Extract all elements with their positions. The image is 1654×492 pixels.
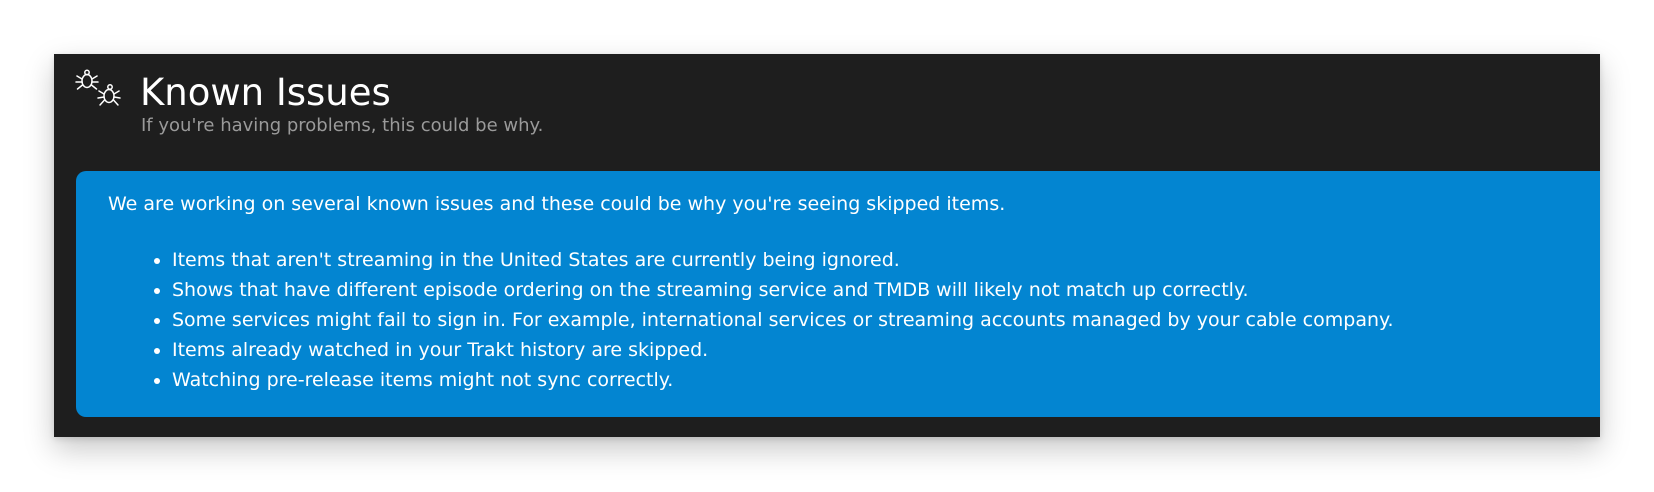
known-issues-notice: We are working on several known issues a… — [76, 171, 1600, 417]
panel-header: Known Issues If you're having problems, … — [54, 54, 1600, 164]
issue-item: Watching pre-release items might not syn… — [172, 365, 1394, 395]
known-issues-panel: Known Issues If you're having problems, … — [54, 54, 1600, 437]
page-title: Known Issues — [140, 71, 391, 114]
issue-item: Some services might fail to sign in. For… — [172, 305, 1394, 335]
issue-item: Items already watched in your Trakt hist… — [172, 335, 1394, 365]
issue-item: Shows that have different episode orderi… — [172, 275, 1394, 305]
issue-item: Items that aren't streaming in the Unite… — [172, 245, 1394, 275]
notice-intro-text: We are working on several known issues a… — [108, 193, 1006, 215]
page-subtitle: If you're having problems, this could be… — [141, 115, 544, 136]
issue-list: Items that aren't streaming in the Unite… — [108, 245, 1394, 395]
bugs-icon — [75, 69, 121, 106]
